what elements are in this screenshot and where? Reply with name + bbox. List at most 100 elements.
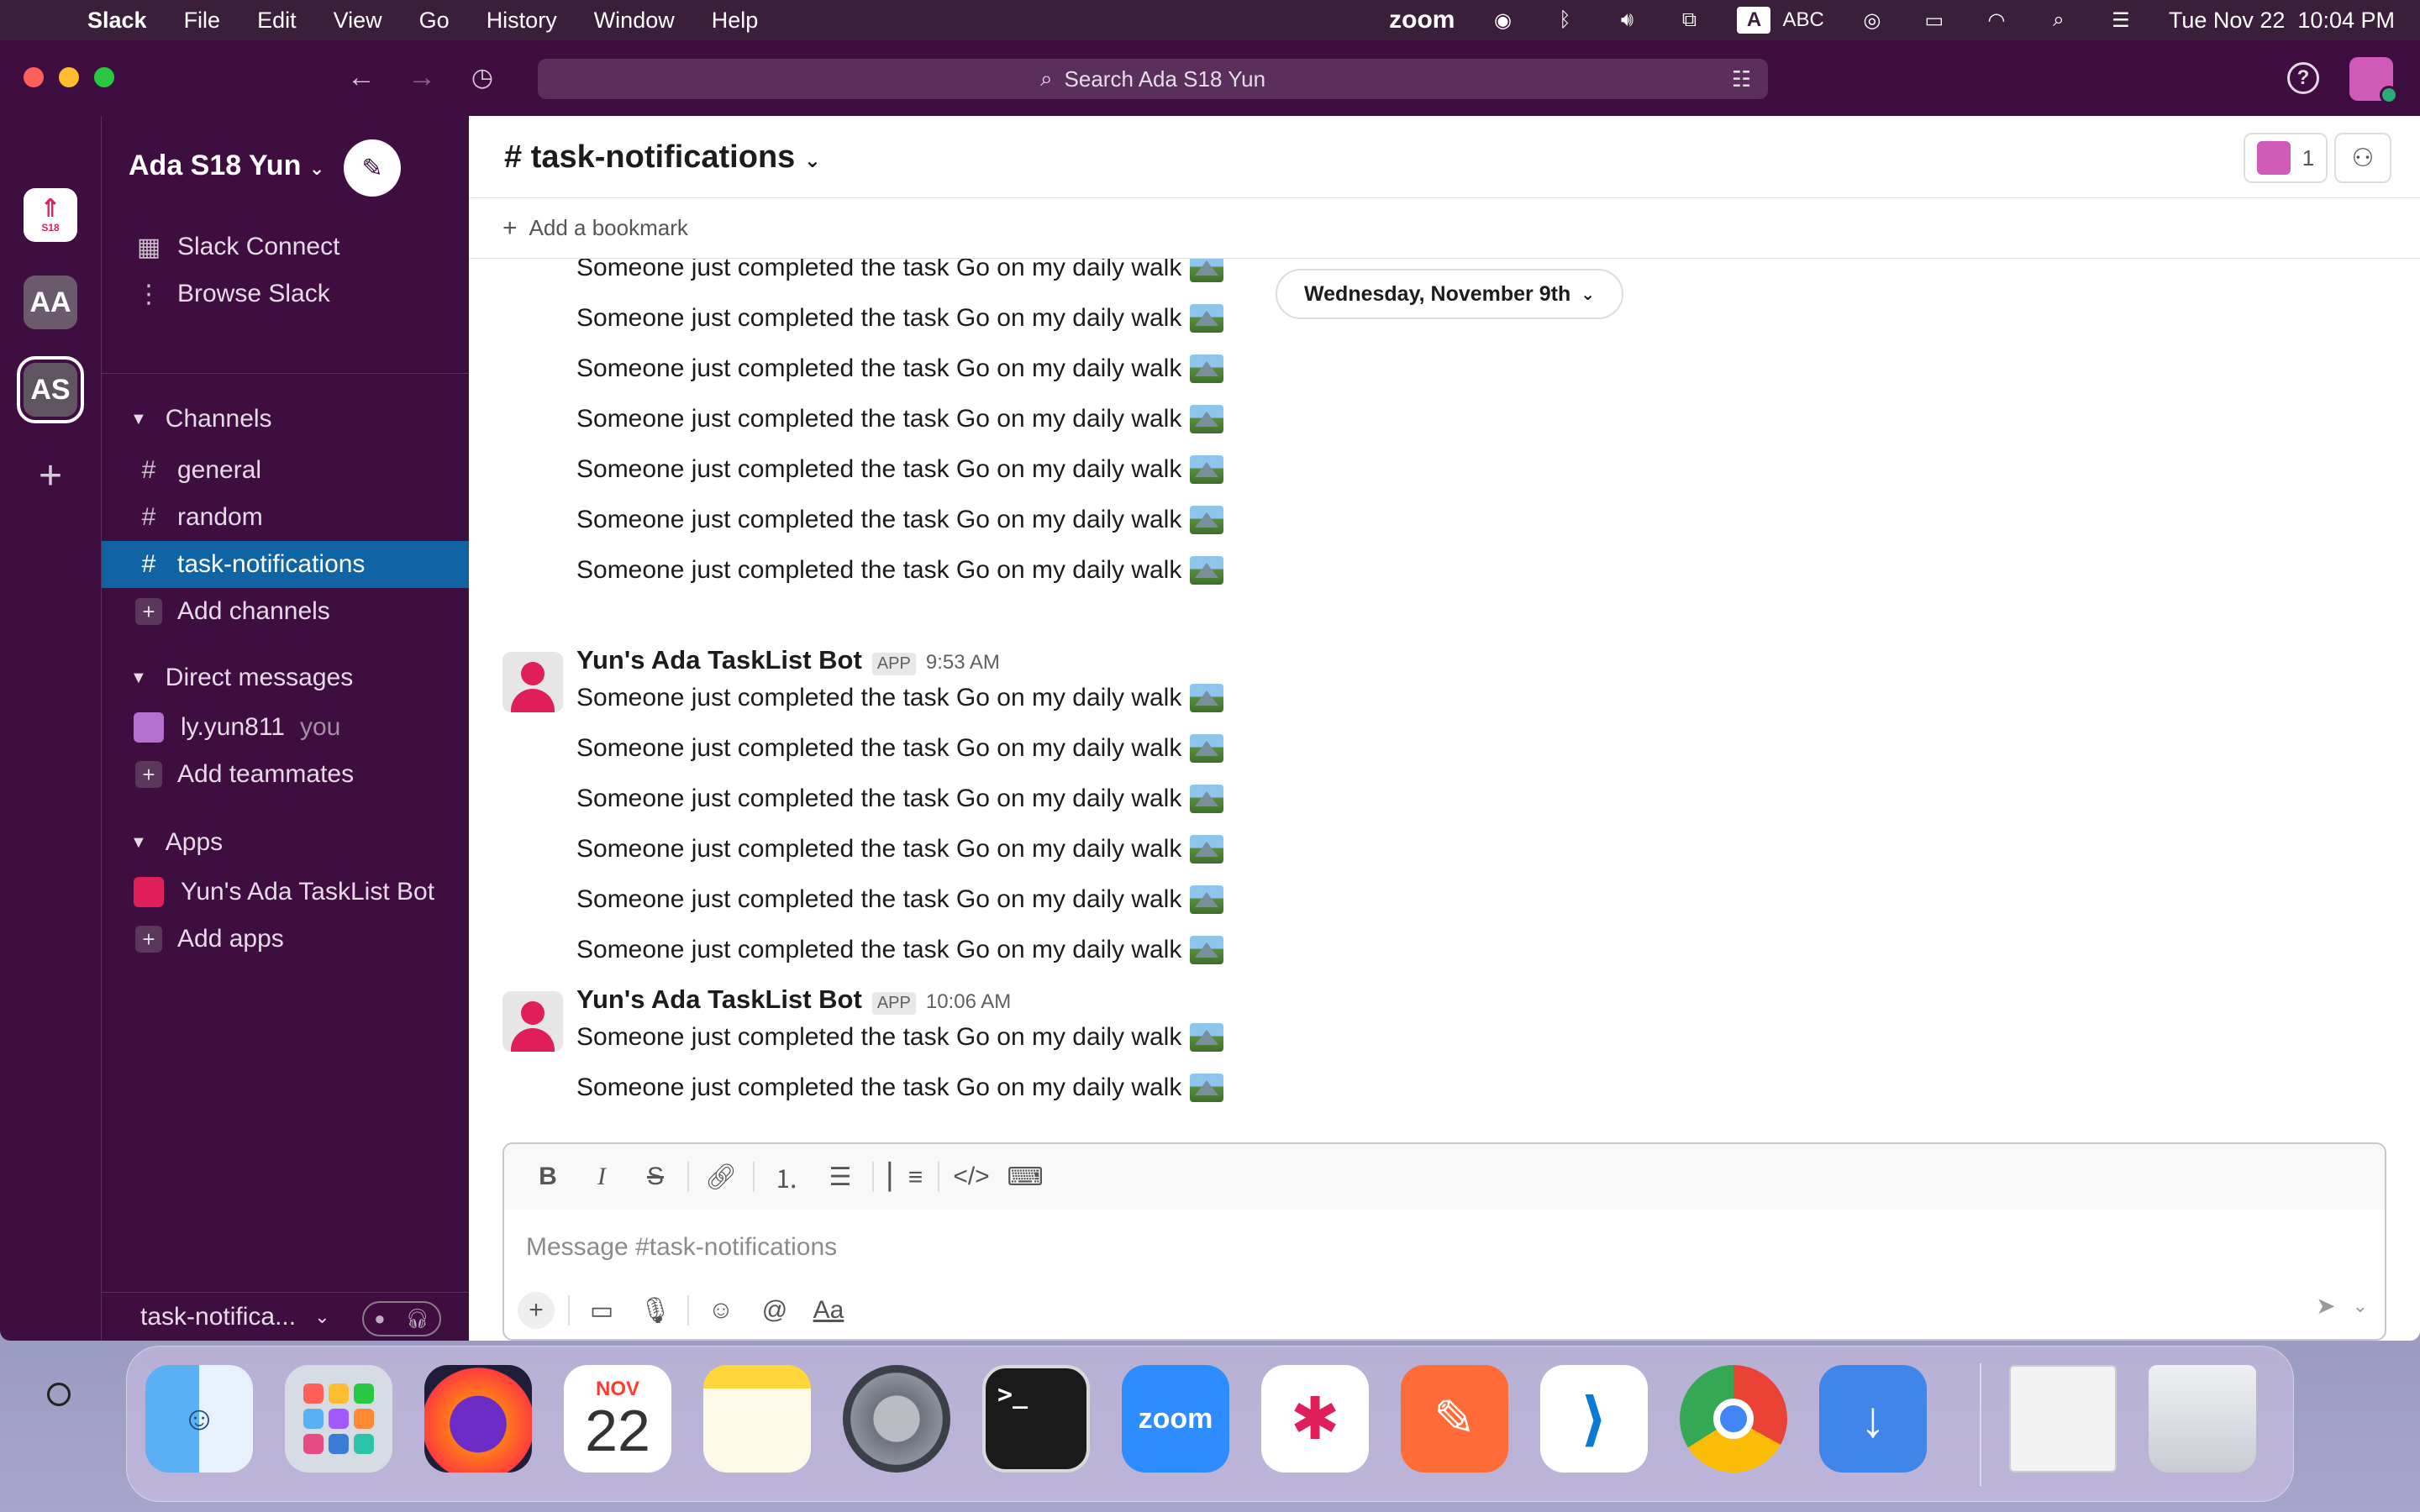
message-time[interactable]: 9:53 AM (926, 651, 1000, 675)
add-teammates-button[interactable]: + Add teammates (102, 751, 470, 798)
user-account-icon[interactable]: ◎ (1858, 8, 1886, 32)
channel-title[interactable]: # task-notifications ⌄ (504, 139, 821, 176)
add-channels-button[interactable]: + Add channels (102, 588, 470, 635)
sidebar-item-slack-connect[interactable]: ▦ Slack Connect (102, 223, 470, 270)
ordered-list-icon[interactable]: ⒈ (760, 1156, 813, 1198)
message-input[interactable] (526, 1226, 2358, 1268)
microphone-icon[interactable]: 🎙︎ (629, 1289, 682, 1331)
message-text[interactable]: Someone just completed the task Go on my… (576, 734, 1224, 763)
sidebar-item-task-notifications[interactable]: # task-notifications (102, 541, 470, 588)
workspace-name[interactable]: Ada S18 Yun ⌄ (129, 150, 324, 182)
sidebar-item-browse-slack[interactable]: ⋮ Browse Slack (102, 270, 470, 318)
bulleted-list-icon[interactable]: ☰ (813, 1156, 867, 1198)
wifi-icon[interactable]: ◠ (1982, 8, 2011, 32)
sidebar-item-general[interactable]: # general (102, 447, 470, 494)
message-time[interactable]: 10:06 AM (926, 990, 1011, 1014)
mention-icon[interactable]: @ (748, 1289, 802, 1331)
search-bar[interactable]: ⌕ Search Ada S18 Yun ☷ (538, 59, 1768, 99)
bot-avatar[interactable] (502, 652, 563, 712)
system-preferences-icon[interactable] (843, 1365, 950, 1473)
blockquote-icon[interactable]: ▏≡ (879, 1156, 933, 1198)
minimize-window-button[interactable] (59, 67, 79, 87)
airdrop-icon[interactable]: ◉ (1488, 8, 1517, 32)
bluetooth-icon[interactable]: ᛒ (1550, 8, 1579, 32)
message-text[interactable]: Someone just completed the task Go on my… (576, 936, 1224, 964)
firefox-icon[interactable] (424, 1365, 532, 1473)
sidebar-item-dm-self[interactable]: ly.yun811 you (102, 704, 470, 751)
volume-icon[interactable]: 🔊︎ (1612, 8, 1641, 32)
message-list[interactable]: Someone just completed the task Go on my… (469, 259, 2420, 1208)
message-text[interactable]: Someone just completed the task Go on my… (576, 506, 1224, 534)
input-source-icon[interactable]: A (1737, 7, 1771, 34)
message-text[interactable]: Someone just completed the task Go on my… (576, 405, 1224, 433)
huddle-toggle[interactable]: ● 🎧︎ (362, 1301, 441, 1336)
user-avatar[interactable] (2349, 57, 2398, 104)
message-text[interactable]: Someone just completed the task Go on my… (576, 785, 1224, 813)
message-text[interactable]: Someone just completed the task Go on my… (576, 885, 1224, 914)
sender-name[interactable]: Yun's Ada TaskList Bot (576, 984, 862, 1015)
menu-app-name[interactable]: Slack (87, 8, 147, 34)
message-text[interactable]: Someone just completed the task Go on my… (576, 354, 1224, 383)
bot-avatar[interactable] (502, 991, 563, 1052)
menu-go[interactable]: Go (419, 8, 450, 34)
zoom-app-icon[interactable]: zoom (1122, 1365, 1229, 1473)
code-icon[interactable]: </> (944, 1156, 998, 1198)
message-text[interactable]: Someone just completed the task Go on my… (576, 259, 1224, 282)
postman-icon[interactable]: ✎ (1401, 1365, 1508, 1473)
finder-icon[interactable]: ☺ (145, 1365, 253, 1473)
strikethrough-icon[interactable]: S (629, 1156, 682, 1198)
slack-icon[interactable]: ✱ (1261, 1365, 1369, 1473)
trash-icon[interactable] (2149, 1365, 2256, 1473)
send-icon[interactable]: ➤ (2316, 1292, 2335, 1320)
menu-window[interactable]: Window (594, 8, 675, 34)
message-text[interactable]: Someone just completed the task Go on my… (576, 556, 1224, 585)
add-bookmark-button[interactable]: Add a bookmark (529, 215, 688, 241)
control-center-icon[interactable]: ☰ (2107, 8, 2135, 32)
sender-name[interactable]: Yun's Ada TaskList Bot (576, 645, 862, 675)
add-apps-button[interactable]: + Add apps (102, 916, 470, 963)
spotlight-search-icon[interactable]: ⌕ (2044, 8, 2073, 32)
bold-icon[interactable]: B (521, 1156, 575, 1198)
zoom-window-button[interactable] (94, 67, 114, 87)
add-people-icon[interactable]: ⚇ (2334, 133, 2391, 183)
preview-window-icon[interactable] (2009, 1365, 2117, 1473)
chevron-down-icon[interactable]: ⌄ (314, 1306, 329, 1328)
link-icon[interactable]: 🔗︎ (694, 1156, 748, 1198)
desktop-icon[interactable] (47, 1383, 71, 1406)
history-clock-icon[interactable]: ◷ (464, 59, 501, 96)
message-text[interactable]: Someone just completed the task Go on my… (576, 835, 1224, 864)
close-window-button[interactable] (24, 67, 44, 87)
terminal-icon[interactable]: >_ (982, 1365, 1090, 1473)
workspace-aa[interactable]: AA (24, 276, 77, 329)
menu-view[interactable]: View (334, 8, 382, 34)
date-divider-pill[interactable]: Wednesday, November 9th ⌄ (1276, 269, 1623, 319)
battery-icon[interactable]: ▭ (1920, 8, 1949, 32)
video-icon[interactable]: ▭ (575, 1289, 629, 1331)
plus-icon[interactable]: + (518, 1292, 555, 1329)
apps-section-header[interactable]: ▼ Apps (130, 828, 223, 857)
downloads-folder-icon[interactable]: ↓ (1819, 1365, 1927, 1473)
chrome-icon[interactable] (1680, 1365, 1787, 1473)
notes-icon[interactable] (703, 1365, 811, 1473)
huddle-channel-label[interactable]: task-notifica... (140, 1303, 296, 1331)
forward-arrow-icon[interactable]: → (403, 59, 440, 96)
back-arrow-icon[interactable]: ← (343, 59, 380, 96)
formatting-icon[interactable]: Aa (802, 1289, 855, 1331)
menu-file[interactable]: File (184, 8, 221, 34)
zoom-status-icon[interactable]: zoom (1389, 6, 1455, 34)
sidebar-item-app-bot[interactable]: Yun's Ada TaskList Bot (102, 869, 470, 916)
message-text[interactable]: Someone just completed the task Go on my… (576, 1074, 1224, 1102)
menu-help[interactable]: Help (712, 8, 759, 34)
add-workspace-icon[interactable]: + (24, 449, 77, 502)
workspace-as[interactable]: AS (17, 356, 84, 423)
message-text[interactable]: Someone just completed the task Go on my… (576, 1023, 1224, 1052)
italic-icon[interactable]: I (575, 1156, 629, 1198)
help-icon[interactable]: ? (2287, 62, 2319, 94)
message-text[interactable]: Someone just completed the task Go on my… (576, 684, 1224, 712)
menu-edit[interactable]: Edit (257, 8, 297, 34)
message-text[interactable]: Someone just completed the task Go on my… (576, 455, 1224, 484)
compose-button[interactable]: ✎ (344, 139, 401, 197)
channels-section-header[interactable]: ▼ Channels (130, 405, 272, 433)
schedule-chevron-icon[interactable]: ⌄ (2353, 1295, 2368, 1317)
search-filter-icon[interactable]: ☷ (1732, 66, 1751, 92)
